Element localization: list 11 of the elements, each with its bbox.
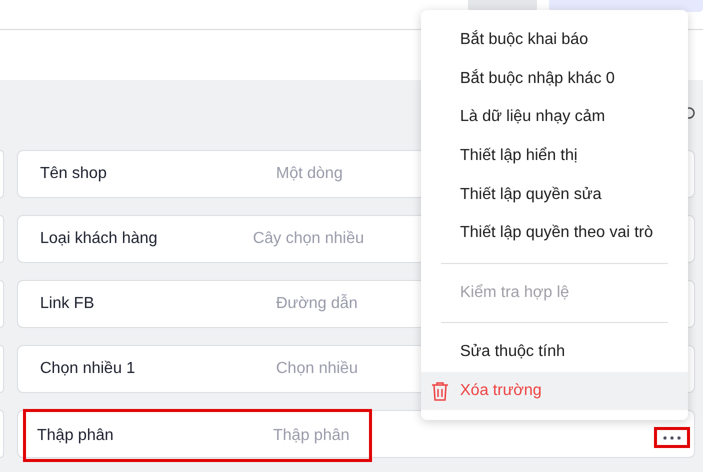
field-type: Một dòng bbox=[276, 165, 343, 183]
field-name: Chọn nhiều 1 bbox=[40, 360, 136, 378]
field-type: Cây chọn nhiều bbox=[252, 230, 364, 248]
field-name: Thập phân bbox=[37, 426, 115, 444]
field-name: Link FB bbox=[40, 295, 96, 313]
field-name: Tên shop bbox=[40, 165, 108, 183]
field-type: Chọn nhiều bbox=[276, 360, 358, 378]
field-type: Thập phân bbox=[273, 426, 350, 444]
field-type: Đường dẫn bbox=[276, 295, 358, 313]
menu-label: Xóa trường bbox=[460, 382, 542, 400]
field-name: Loại khách hàng bbox=[40, 230, 158, 248]
